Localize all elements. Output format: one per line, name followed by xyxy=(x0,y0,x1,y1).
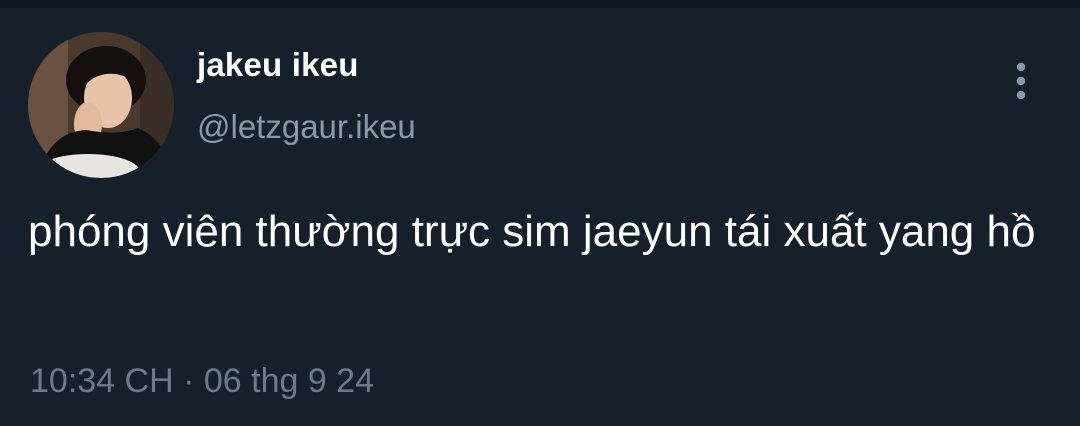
avatar[interactable] xyxy=(28,32,174,178)
more-vertical-icon xyxy=(1016,62,1026,100)
author-handle[interactable]: @letzgaur.ikeu xyxy=(197,108,416,146)
more-options-button[interactable] xyxy=(1004,58,1038,104)
tweet-card: jakeu ikeu @letzgaur.ikeu phóng viên thư… xyxy=(0,0,1080,426)
tweet-timestamp[interactable]: 10:34 CH · 06 thg 9 24 xyxy=(30,362,374,401)
divider xyxy=(0,0,1080,8)
author-display-name[interactable]: jakeu ikeu xyxy=(197,46,359,84)
avatar-image xyxy=(28,32,174,178)
tweet-text: phóng viên thường trực sim jaeyun tái xu… xyxy=(28,207,1036,256)
